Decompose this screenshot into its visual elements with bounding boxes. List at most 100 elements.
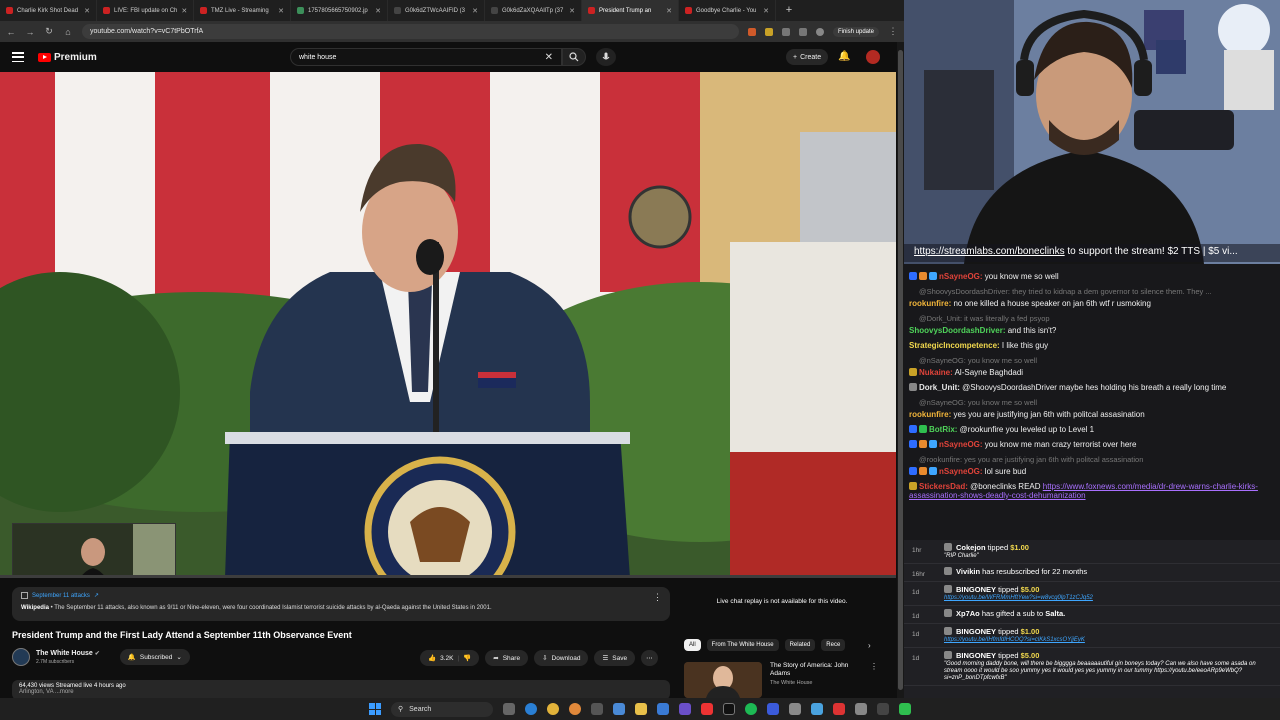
close-tab-icon[interactable]: ✕ xyxy=(375,7,381,15)
chrome-icon[interactable] xyxy=(547,703,559,715)
edge-icon[interactable] xyxy=(525,703,537,715)
browser-tab[interactable]: G0k6dZaXQAAllTp (37 ✕ xyxy=(485,0,582,21)
gift-recipient[interactable]: Salta. xyxy=(1045,609,1065,618)
chrome-canary-icon[interactable] xyxy=(569,703,581,715)
event-username[interactable]: BINGONEY xyxy=(956,627,996,636)
page-scrollbar[interactable] xyxy=(897,42,904,698)
more-actions-button[interactable]: ⋯ xyxy=(641,650,658,666)
recommended-more-icon[interactable]: ⋮ xyxy=(870,662,878,698)
browser-menu-icon[interactable]: ⋮ xyxy=(888,26,898,37)
event-username[interactable]: BINGONEY xyxy=(956,651,996,660)
chat-username[interactable]: nSayneOG xyxy=(939,467,980,476)
like-button[interactable]: 👍 3.2K | 👎 xyxy=(420,650,480,666)
app-icon[interactable] xyxy=(855,703,867,715)
close-tab-icon[interactable]: ✕ xyxy=(278,7,284,15)
new-tab-icon[interactable]: + xyxy=(782,3,796,17)
filter-chip[interactable]: Related xyxy=(784,639,816,651)
account-avatar[interactable] xyxy=(866,50,880,64)
browser-tab[interactable]: TMZ Live - Streaming ✕ xyxy=(194,0,291,21)
chat-username[interactable]: Dork_Unit xyxy=(919,383,957,392)
search-button[interactable] xyxy=(562,48,586,66)
app-icon[interactable] xyxy=(877,703,889,715)
back-icon[interactable]: ← xyxy=(6,27,16,37)
browser-tab[interactable]: G0k6dZTWcAAIFID (3 ✕ xyxy=(388,0,485,21)
chat-username[interactable]: ShoovysDoordashDriver xyxy=(909,326,1003,335)
chat-username[interactable]: Nukaine xyxy=(919,368,950,377)
event-username[interactable]: BINGONEY xyxy=(956,585,996,594)
thumbs-down-icon[interactable]: 👎 xyxy=(463,654,471,662)
youtube-logo[interactable]: Premium xyxy=(38,52,97,63)
search-input[interactable]: white house ✕ xyxy=(290,48,562,66)
folder-icon[interactable] xyxy=(635,703,647,715)
share-button[interactable]: ➦ Share xyxy=(485,650,529,666)
banner-link[interactable]: https://streamlabs.com/boneclinks xyxy=(914,246,1065,257)
browser-tab[interactable]: Goodbye Charlie - You ✕ xyxy=(679,0,776,21)
info-card-title[interactable]: September 11 attacks xyxy=(32,593,90,599)
extension-icon[interactable] xyxy=(764,27,773,36)
filter-chip[interactable]: All xyxy=(684,639,701,651)
app-icon[interactable] xyxy=(613,703,625,715)
event-username[interactable]: Xp7Ao xyxy=(956,609,980,618)
extension-icon[interactable] xyxy=(747,27,756,36)
taskbar-search[interactable]: ⚲ Search xyxy=(391,701,493,717)
chat-username[interactable]: BotRix xyxy=(929,425,955,434)
profile-icon[interactable] xyxy=(815,27,824,36)
close-tab-icon[interactable]: ✕ xyxy=(666,7,672,15)
close-tab-icon[interactable]: ✕ xyxy=(569,7,575,15)
chat-username[interactable]: nSayneOG xyxy=(939,440,980,449)
task-view-icon[interactable] xyxy=(503,703,515,715)
event-note-text[interactable]: https://youtu.be/IHfmfdlHCOQ?si=clKkS1xc… xyxy=(944,637,1085,643)
notifications-bell-icon[interactable]: 🔔 xyxy=(838,51,850,63)
hamburger-menu-icon[interactable] xyxy=(12,52,24,62)
app-icon[interactable] xyxy=(833,703,845,715)
recommended-video[interactable]: The Story of America: John Adams The Whi… xyxy=(684,662,878,698)
finish-update-button[interactable]: Finish update xyxy=(832,26,879,37)
app-icon[interactable] xyxy=(811,703,823,715)
browser-tab[interactable]: 1757805665750902.jp ✕ xyxy=(291,0,388,21)
chat-username[interactable]: rookunfire xyxy=(909,410,949,419)
save-button[interactable]: ☰ Save xyxy=(594,650,636,666)
close-tab-icon[interactable]: ✕ xyxy=(763,7,769,15)
spotify-icon[interactable] xyxy=(745,703,757,715)
chat-username[interactable]: StickersDad xyxy=(919,482,965,491)
video-player[interactable] xyxy=(0,72,896,578)
chevron-right-icon[interactable]: › xyxy=(868,641,871,650)
app-icon[interactable] xyxy=(789,703,801,715)
filter-chip[interactable]: From The White House xyxy=(706,639,779,651)
chat-username[interactable]: nSayneOG xyxy=(939,272,980,281)
app-icon[interactable] xyxy=(591,703,603,715)
voice-search-button[interactable] xyxy=(596,48,616,66)
event-username[interactable]: Vivikin xyxy=(956,567,980,576)
app-icon[interactable] xyxy=(723,703,735,715)
channel-avatar[interactable] xyxy=(12,648,30,666)
recommended-thumbnail[interactable] xyxy=(684,662,762,698)
info-card-more-icon[interactable]: ⋮ xyxy=(653,592,662,603)
subscribed-button[interactable]: 🔔 Subscribed ⌄ xyxy=(119,649,190,665)
close-tab-icon[interactable]: ✕ xyxy=(84,7,90,15)
home-icon[interactable]: ⌂ xyxy=(63,27,73,37)
create-button[interactable]: + Create xyxy=(786,49,829,65)
extension-icon[interactable] xyxy=(798,27,807,36)
url-field[interactable]: youtube.com/watch?v=vC7tPbOTrfA xyxy=(82,24,739,39)
browser-tab[interactable]: LIVE: FBI update on Ch ✕ xyxy=(97,0,194,21)
app-icon[interactable] xyxy=(679,703,691,715)
app-icon[interactable] xyxy=(899,703,911,715)
start-button[interactable] xyxy=(369,703,381,715)
scrollbar-thumb[interactable] xyxy=(898,50,903,690)
close-tab-icon[interactable]: ✕ xyxy=(472,7,478,15)
forward-icon[interactable]: → xyxy=(25,27,35,37)
description-box[interactable]: 64,430 views Streamed live 4 hours ago A… xyxy=(12,680,670,698)
event-note-text[interactable]: https://youtu.be/WFRMmHftYew?si=w8vcg0lp… xyxy=(944,595,1093,601)
close-tab-icon[interactable]: ✕ xyxy=(181,7,187,15)
chat-username[interactable]: StrategicIncompetence xyxy=(909,341,997,350)
channel-name[interactable]: The White House xyxy=(36,650,93,657)
browser-tab[interactable]: Charlie Kirk Shot Dead ✕ xyxy=(0,0,97,21)
app-icon[interactable] xyxy=(701,703,713,715)
clear-search-icon[interactable]: ✕ xyxy=(545,52,553,63)
app-icon[interactable] xyxy=(767,703,779,715)
extension-icon[interactable] xyxy=(781,27,790,36)
reload-icon[interactable]: ↻ xyxy=(44,26,54,37)
browser-tab[interactable]: President Trump an ✕ xyxy=(582,0,679,21)
chat-username[interactable]: rookunfire xyxy=(909,299,949,308)
app-icon[interactable] xyxy=(657,703,669,715)
